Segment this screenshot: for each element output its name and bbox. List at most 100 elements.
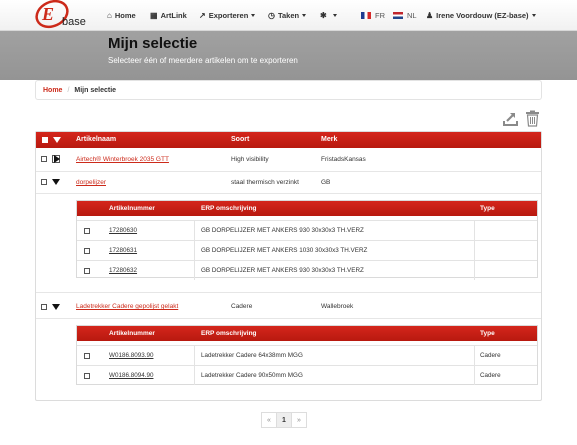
row-name-link[interactable]: Airtech® Winterbroek 2035 GTT: [76, 156, 169, 163]
col-erp-omschrijving[interactable]: ERP omschrijving: [201, 205, 257, 212]
col-merk[interactable]: Merk: [321, 136, 337, 143]
collapse-icon[interactable]: [52, 304, 60, 310]
column-divider: [474, 221, 475, 240]
table-row: W0186.8094.90 Ladetrekker Cadere 90x50mm…: [77, 365, 537, 385]
chevron-down-icon: [531, 13, 536, 17]
column-divider: [474, 241, 475, 260]
col-soort[interactable]: Soort: [231, 136, 249, 143]
row-soort: Cadere: [231, 303, 253, 310]
breadcrumb: Home / Mijn selectie: [35, 80, 542, 100]
home-icon: ⌂: [107, 10, 112, 20]
pagination-prev[interactable]: «: [261, 412, 277, 428]
selection-table-header: Artikelnaam Soort Merk: [36, 132, 541, 148]
top-navbar: E base ⌂ Home ▦ ArtLink ↗ Exporteren ◷ T…: [0, 0, 577, 31]
user-name: Irene Voordouw (EZ-base): [436, 10, 529, 20]
nav-taken-label: Taken: [277, 10, 300, 20]
variant-erp: GB DORPELIJZER MET ANKERS 1030 30x30x3 T…: [201, 247, 368, 254]
variants-table: Artikelnummer ERP omschrijving Type W018…: [76, 325, 538, 385]
flag-nl-icon: [393, 11, 403, 19]
lang-nl-label: NL: [407, 10, 417, 20]
column-divider: [194, 366, 195, 385]
nav-home-label: Home: [114, 10, 136, 20]
table-row: W0186.8093.90 Ladetrekker Cadere 64x38mm…: [77, 345, 537, 365]
col-erp-omschrijving[interactable]: ERP omschrijving: [201, 330, 257, 337]
lang-fr[interactable]: FR: [361, 9, 385, 21]
chevron-down-icon: [251, 13, 256, 17]
page-title: Mijn selectie: [108, 35, 198, 52]
breadcrumb-current: Mijn selectie: [74, 86, 117, 94]
col-type[interactable]: Type: [480, 330, 495, 337]
collapse-icon[interactable]: [52, 179, 60, 185]
column-divider: [194, 261, 195, 280]
variants-table-header: Artikelnummer ERP omschrijving Type: [77, 201, 537, 216]
clock-icon: ◷: [268, 10, 275, 20]
pagination-next[interactable]: »: [291, 412, 307, 428]
row-soort: High visibility: [231, 156, 269, 163]
variant-checkbox[interactable]: [84, 373, 90, 379]
export-icon: ↗: [199, 10, 206, 20]
variant-checkbox[interactable]: [84, 228, 90, 234]
pagination: « 1 »: [261, 412, 307, 428]
lang-fr-label: FR: [375, 10, 385, 20]
column-divider: [194, 241, 195, 260]
expand-all-icon[interactable]: [53, 137, 61, 143]
variant-type: Cadere: [480, 372, 501, 379]
variant-checkbox[interactable]: [84, 268, 90, 274]
col-artikelnaam[interactable]: Artikelnaam: [76, 136, 116, 143]
lang-nl[interactable]: NL: [393, 9, 417, 21]
variant-checkbox[interactable]: [84, 248, 90, 254]
variant-number-link[interactable]: 17280631: [109, 247, 137, 254]
column-divider: [194, 221, 195, 240]
row-checkbox[interactable]: [41, 304, 47, 310]
nav-artlink[interactable]: ▦ ArtLink: [150, 9, 187, 21]
col-artikelnummer[interactable]: Artikelnummer: [109, 330, 155, 337]
variant-erp: Ladetrekker Cadere 64x38mm MGG: [201, 352, 303, 359]
column-divider: [194, 346, 195, 365]
chevron-down-icon: [302, 13, 307, 17]
variant-checkbox[interactable]: [84, 353, 90, 359]
nav-home[interactable]: ⌂ Home: [107, 9, 136, 21]
nav-exporteren-label: Exporteren: [208, 10, 249, 20]
column-divider: [474, 261, 475, 280]
variant-number-link[interactable]: 17280630: [109, 227, 137, 234]
pagination-page[interactable]: 1: [276, 412, 292, 428]
row-divider: [36, 292, 541, 293]
variant-number-link[interactable]: W0186.8093.90: [109, 352, 153, 359]
variant-number-link[interactable]: 17280632: [109, 267, 137, 274]
variant-number-link[interactable]: W0186.8094.90: [109, 372, 153, 379]
nav-taken[interactable]: ◷ Taken: [268, 9, 307, 21]
variants-table-header: Artikelnummer ERP omschrijving Type: [77, 326, 537, 341]
logo-text: base: [62, 16, 86, 28]
nav-exporteren[interactable]: ↗ Exporteren: [199, 9, 256, 21]
table-row: 17280632 GB DORPELIJZER MET ANKERS 930 3…: [77, 260, 537, 280]
row-name-link[interactable]: Ladetrekker Cadere gepolijst gelakt: [76, 303, 178, 310]
gear-icon: ✱: [320, 10, 327, 20]
select-all-checkbox[interactable]: [42, 137, 48, 143]
row-soort: staal thermisch verzinkt: [231, 179, 299, 186]
breadcrumb-home[interactable]: Home: [43, 87, 62, 94]
export-selection-icon[interactable]: [502, 110, 519, 127]
chevron-down-icon: [332, 13, 337, 17]
variant-type: Cadere: [480, 352, 501, 359]
row-checkbox[interactable]: [41, 179, 47, 185]
breadcrumb-separator: /: [67, 86, 70, 94]
variants-table: Artikelnummer ERP omschrijving Type 1728…: [76, 200, 538, 280]
user-menu[interactable]: ♟ Irene Voordouw (EZ-base): [426, 9, 536, 21]
nav-settings[interactable]: ✱: [320, 9, 337, 21]
row-divider: [36, 318, 541, 319]
col-type[interactable]: Type: [480, 205, 495, 212]
row-name-link[interactable]: dorpelijzer: [76, 179, 106, 186]
col-artikelnummer[interactable]: Artikelnummer: [109, 205, 155, 212]
page-subtitle: Selecteer één of meerdere artikelen om t…: [108, 56, 298, 65]
table-row: 17280631 GB DORPELIJZER MET ANKERS 1030 …: [77, 240, 537, 260]
row-merk: GB: [321, 179, 331, 186]
row-divider: [36, 193, 541, 194]
variant-erp: Ladetrekker Cadere 90x50mm MGG: [201, 372, 303, 379]
row-divider: [36, 171, 541, 172]
expand-right-icon[interactable]: [54, 155, 60, 163]
row-checkbox[interactable]: [41, 156, 47, 162]
trash-icon[interactable]: [524, 110, 541, 127]
variant-erp: GB DORPELIJZER MET ANKERS 930 30x30x3 TH…: [201, 267, 364, 274]
ez-base-logo[interactable]: E base: [34, 0, 96, 29]
grid-icon: ▦: [150, 10, 158, 20]
